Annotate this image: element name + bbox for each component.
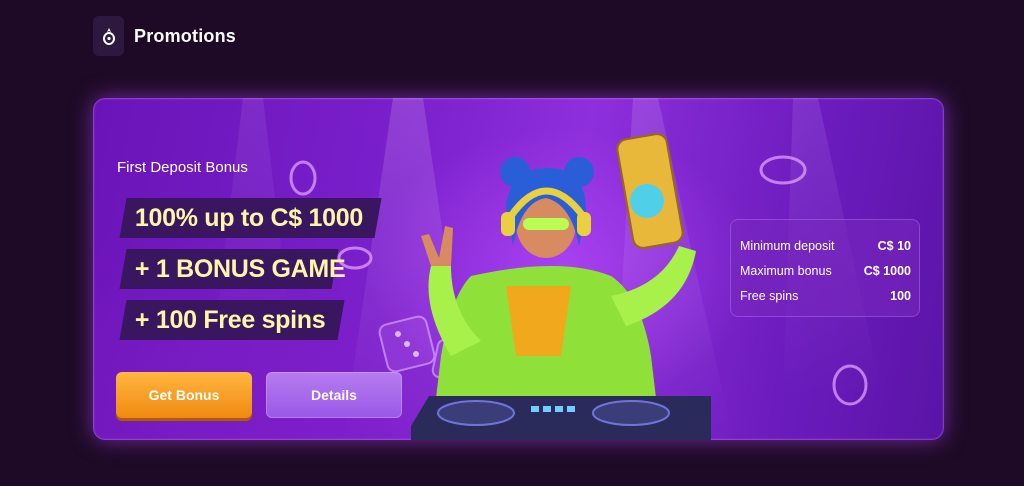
get-bonus-button[interactable]: Get Bonus	[116, 372, 252, 418]
headline-bonus-game-text: + 1 BONUS GAME	[135, 254, 346, 283]
headline-free-spins: + 100 Free spins	[119, 300, 345, 340]
page-header: Promotions	[93, 16, 236, 56]
info-row-free-spins: Free spins 100	[740, 283, 911, 308]
headline-free-spins-text: + 100 Free spins	[135, 305, 326, 334]
headline-deposit-match: 100% up to C$ 1000	[119, 198, 382, 238]
info-value: 100	[890, 288, 911, 303]
promo-banner: First Deposit Bonus 100% up to C$ 1000 +…	[93, 98, 944, 440]
bonus-eyebrow: First Deposit Bonus	[117, 159, 248, 176]
info-label: Free spins	[740, 288, 799, 303]
headline-deposit-match-text: 100% up to C$ 1000	[135, 203, 364, 232]
info-row-max-bonus: Maximum bonus C$ 1000	[740, 258, 911, 283]
info-label: Minimum deposit	[740, 238, 835, 253]
info-row-min-deposit: Minimum deposit C$ 10	[740, 233, 911, 258]
info-value: C$ 10	[877, 238, 911, 253]
bonus-info-panel: Minimum deposit C$ 10 Maximum bonus C$ 1…	[730, 219, 920, 317]
info-value: C$ 1000	[863, 263, 911, 278]
details-button[interactable]: Details	[266, 372, 402, 418]
pineapple-icon[interactable]	[93, 16, 124, 56]
headline-bonus-game: + 1 BONUS GAME	[119, 249, 345, 289]
info-label: Maximum bonus	[740, 263, 832, 278]
page-title: Promotions	[134, 25, 237, 46]
dj-character-illustration	[411, 133, 711, 440]
